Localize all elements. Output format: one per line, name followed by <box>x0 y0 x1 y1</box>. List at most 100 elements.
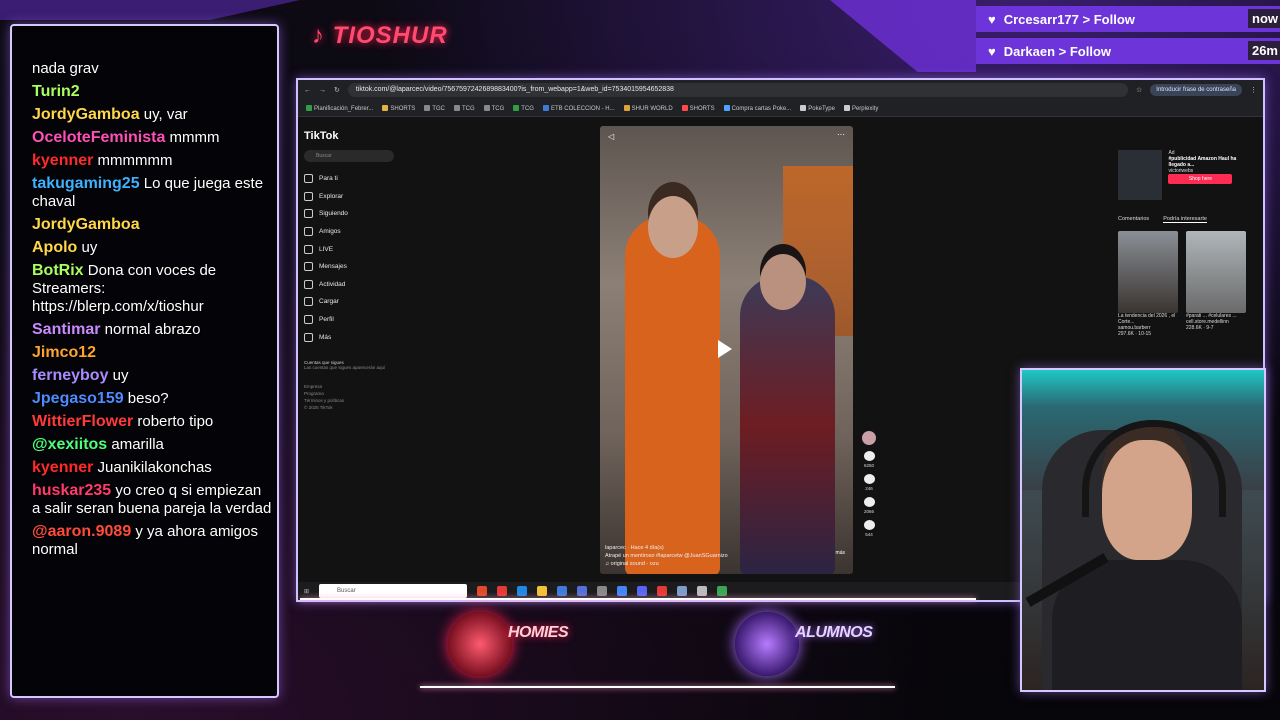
chat-username[interactable]: Santimar <box>32 321 100 338</box>
password-prompt-button[interactable]: Introducir frase de contraseña <box>1150 84 1242 96</box>
bookmark-item[interactable]: Perplexity <box>843 104 878 112</box>
bookmark-label: ETB COLECCION - H... <box>550 105 615 112</box>
bookmark-item[interactable]: PokeType <box>800 104 835 112</box>
suggested-thumb[interactable] <box>1186 231 1246 313</box>
chat-username[interactable]: kyenner <box>32 459 93 476</box>
footer-link[interactable]: Empresa <box>304 384 394 389</box>
tab-podria-interesarte[interactable]: Podría interesarte <box>1163 216 1207 223</box>
chat-username[interactable]: JordyGamboa <box>32 216 140 233</box>
url-input[interactable]: tiktok.com/@laparcec/video/7567597242689… <box>347 83 1128 97</box>
bookmark-icon <box>623 104 630 111</box>
app-icon[interactable] <box>577 586 588 596</box>
menu-icon[interactable]: ⋮ <box>1250 86 1257 94</box>
nav-label: LIVE <box>319 245 334 253</box>
chat-username[interactable]: Jpegaso159 <box>32 390 124 407</box>
bookmark-item[interactable]: TCG <box>453 104 475 112</box>
tiktok-nav-item[interactable]: Explorar <box>304 188 394 206</box>
bookmark-item[interactable]: Planificación_Febrer... <box>306 104 373 112</box>
chat-username[interactable]: takugaming25 <box>32 175 140 192</box>
suggested-title: La tendencia del 2026 , el Corte... <box>1118 313 1176 325</box>
brave-icon[interactable] <box>477 586 488 596</box>
chat-username[interactable]: OceloteFeminista <box>32 129 165 146</box>
tiktok-nav-item[interactable]: LIVE <box>304 240 394 258</box>
tiktok-nav-item[interactable]: Siguiendo <box>304 205 394 223</box>
bookmark-item[interactable]: Compra cartas Poke... <box>723 104 791 112</box>
tiktok-nav-item[interactable]: Para ti <box>304 170 394 188</box>
share-icon[interactable] <box>863 520 875 530</box>
ad-title[interactable]: #publicidad Amazon Haul ha llegado a... <box>1168 156 1253 168</box>
tiktok-nav-item[interactable]: Actividad <box>304 276 394 294</box>
chat-message: @xexiitos amarilla <box>32 436 272 454</box>
tiktok-nav-item[interactable]: Perfil <box>304 311 394 329</box>
chat-username[interactable]: @aaron.9089 <box>32 523 131 540</box>
tiktok-nav-item[interactable]: Mensajes <box>304 258 394 276</box>
app-icon[interactable] <box>677 586 688 596</box>
video-author[interactable]: laparcec · Hace 4 día(s) <box>605 544 728 552</box>
tiktok-nav-item[interactable]: Amigos <box>304 223 394 241</box>
chat-username[interactable]: Jimco12 <box>32 344 96 361</box>
taskbar-search[interactable]: Buscar <box>319 584 468 598</box>
chat-username[interactable]: Turin2 <box>32 83 80 100</box>
tiktok-nav-item[interactable]: Cargar <box>304 293 394 311</box>
like-icon[interactable] <box>863 451 875 461</box>
chat-username[interactable]: Apolo <box>32 239 77 256</box>
footer-link[interactable]: © 2025 TikTok <box>304 405 394 410</box>
nav-label: Cargar <box>319 298 339 306</box>
shop-here-button[interactable]: Shop here <box>1168 174 1233 184</box>
chat-username[interactable]: huskar235 <box>32 482 111 499</box>
bookmark-item[interactable]: TCG <box>483 104 505 112</box>
tiktok-nav-item[interactable]: Más <box>304 328 394 346</box>
chat-username[interactable]: ferneyboy <box>32 367 108 384</box>
opera-icon[interactable] <box>497 586 508 596</box>
chat-username[interactable]: @xexiitos <box>32 436 107 453</box>
pokeball-icon[interactable] <box>657 586 668 596</box>
windows-start-icon[interactable]: ⊞ <box>304 588 309 595</box>
bookmark-label: TCG <box>491 105 505 112</box>
chat-username[interactable]: kyenner <box>32 152 93 169</box>
bookmarks-bar: Planificación_Febrer... SHORTS TGC TCG TCG TC… <box>298 100 1263 117</box>
author-avatar[interactable] <box>862 431 876 445</box>
app-icon[interactable] <box>697 586 708 596</box>
bookmark-item[interactable]: ETB COLECCION - H... <box>542 104 615 112</box>
video-more-link[interactable]: más <box>836 550 845 556</box>
more-options-icon[interactable]: ⋯ <box>837 130 845 139</box>
chat-username[interactable]: WittierFlower <box>32 413 133 430</box>
chat-username[interactable]: JordyGamboa <box>32 106 140 123</box>
bookmark-item[interactable]: SHORTS <box>681 104 715 112</box>
comment-icon[interactable] <box>863 474 875 484</box>
tiktok-search-input[interactable]: Buscar <box>304 150 394 162</box>
chat-username[interactable]: BotRix <box>32 262 84 279</box>
tab-comentarios[interactable]: Comentarios <box>1118 216 1149 223</box>
video-sound[interactable]: ♫ original sound - ozu <box>605 560 728 568</box>
settings-icon[interactable] <box>597 586 608 596</box>
reload-icon[interactable]: ↻ <box>334 86 340 94</box>
suggested-thumb[interactable] <box>1118 231 1178 313</box>
mute-icon[interactable]: ◁ <box>608 132 614 141</box>
store-icon[interactable] <box>557 586 568 596</box>
bookmark-item[interactable]: SHORTS <box>382 104 415 112</box>
chat-message: JordyGamboa <box>32 216 272 234</box>
video-person-orange <box>625 216 720 574</box>
ad-thumbnail[interactable] <box>1118 150 1163 200</box>
bookmark-icon <box>542 104 549 111</box>
play-icon[interactable] <box>718 340 732 358</box>
folder-icon[interactable] <box>537 586 548 596</box>
bookmark-icon[interactable] <box>863 497 875 507</box>
forward-icon[interactable]: → <box>319 87 326 94</box>
bookmark-item[interactable]: TGC <box>424 104 445 112</box>
chrome-icon[interactable] <box>617 586 628 596</box>
bookmark-item[interactable]: TCG <box>513 104 534 112</box>
tiktok-logo[interactable]: TikTok <box>304 130 394 142</box>
bookmark-item[interactable]: SHUR WORLD <box>623 104 673 112</box>
following-sub: Las cuentas que sigues aparecerán aquí <box>304 364 386 370</box>
star-icon[interactable]: ☆ <box>1136 86 1142 94</box>
discord-icon[interactable] <box>637 586 648 596</box>
chat-message: Apolo uy <box>32 239 272 257</box>
chat-message: ferneyboy uy <box>32 367 272 385</box>
edge-icon[interactable] <box>517 586 528 596</box>
video-player[interactable]: ◁ ⋯ laparcec · Hace 4 día(s) Atrapé un m… <box>600 126 853 574</box>
app-icon[interactable] <box>717 586 728 596</box>
footer-link[interactable]: Programa <box>304 391 394 396</box>
back-icon[interactable]: ← <box>304 87 311 94</box>
footer-link[interactable]: Términos y políticas <box>304 398 394 403</box>
